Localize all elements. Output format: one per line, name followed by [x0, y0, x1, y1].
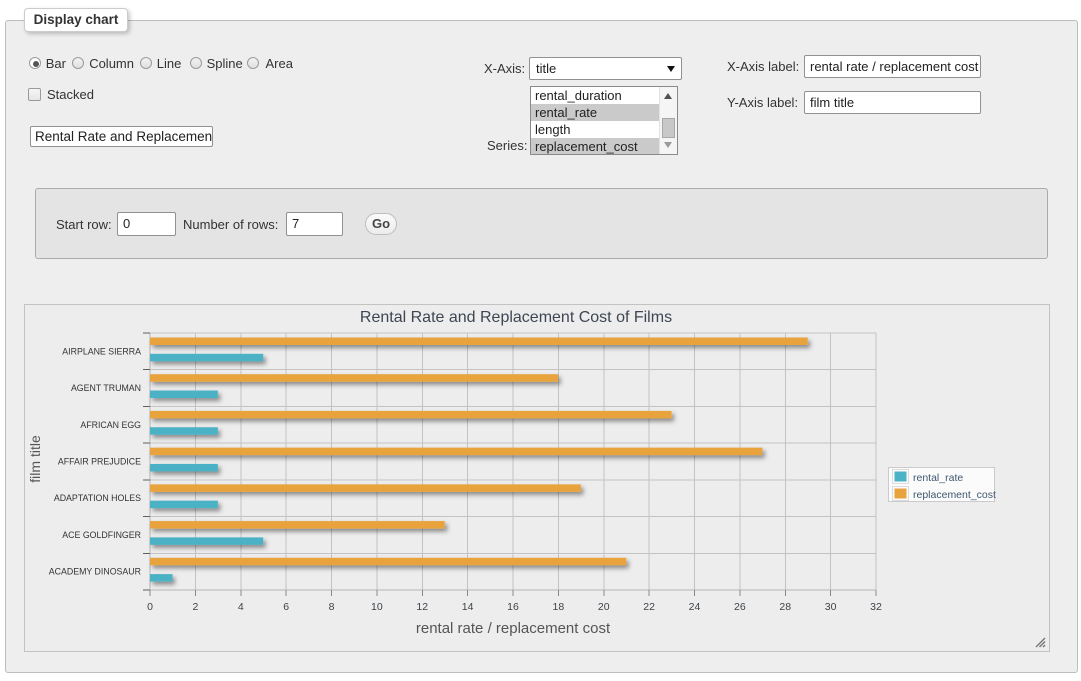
- svg-text:ACE GOLDFINGER: ACE GOLDFINGER: [62, 530, 141, 540]
- svg-text:AIRPLANE SIERRA: AIRPLANE SIERRA: [62, 346, 141, 356]
- svg-text:2: 2: [192, 601, 198, 613]
- svg-text:AFRICAN EGG: AFRICAN EGG: [80, 420, 141, 430]
- svg-text:20: 20: [598, 601, 610, 613]
- svg-text:12: 12: [416, 601, 428, 613]
- svg-text:replacement_cost: replacement_cost: [913, 489, 996, 501]
- svg-text:22: 22: [643, 601, 655, 613]
- svg-text:AGENT TRUMAN: AGENT TRUMAN: [71, 383, 141, 393]
- svg-text:28: 28: [779, 601, 791, 613]
- svg-text:rental rate / replacement cost: rental rate / replacement cost: [416, 620, 611, 637]
- svg-text:rental_rate: rental_rate: [913, 472, 963, 484]
- svg-text:26: 26: [734, 601, 746, 613]
- svg-text:14: 14: [462, 601, 474, 613]
- svg-text:24: 24: [689, 601, 701, 613]
- svg-text:32: 32: [870, 601, 882, 613]
- svg-text:10: 10: [371, 601, 383, 613]
- svg-text:30: 30: [825, 601, 837, 613]
- svg-text:6: 6: [283, 601, 289, 613]
- svg-text:4: 4: [238, 601, 244, 613]
- svg-text:18: 18: [553, 601, 565, 613]
- svg-text:ACADEMY DINOSAUR: ACADEMY DINOSAUR: [49, 567, 141, 577]
- svg-text:0: 0: [147, 601, 153, 613]
- svg-text:ADAPTATION HOLES: ADAPTATION HOLES: [54, 493, 141, 503]
- svg-text:Rental Rate and Replacement Co: Rental Rate and Replacement Cost of Film…: [360, 309, 672, 326]
- svg-text:16: 16: [507, 601, 519, 613]
- svg-text:film title: film title: [27, 435, 43, 483]
- svg-text:AFFAIR PREJUDICE: AFFAIR PREJUDICE: [58, 457, 141, 467]
- svg-text:8: 8: [329, 601, 335, 613]
